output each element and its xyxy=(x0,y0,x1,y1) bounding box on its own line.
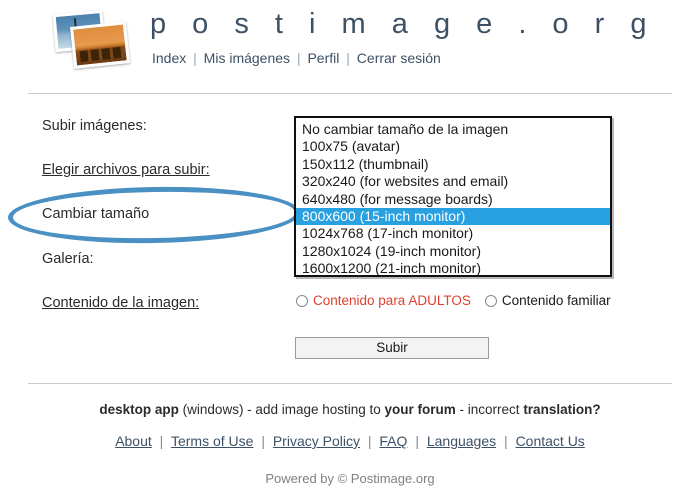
logo-photo-orange xyxy=(69,21,131,69)
footer-link-separator: | xyxy=(504,433,508,449)
divider-top xyxy=(28,93,672,94)
site-title: p o s t i m a g e . o r g xyxy=(150,8,656,40)
footer-link-desktop-app[interactable]: desktop app xyxy=(99,402,179,417)
footer-link-translation[interactable]: translation? xyxy=(523,402,600,417)
label-upload-images: Subir imágenes: xyxy=(42,118,147,134)
listbox-option[interactable]: 100x75 (avatar) xyxy=(296,138,610,155)
content-rating-radio-group: Contenido para ADULTOS Contenido familia… xyxy=(296,293,611,308)
footer-text-incorrect: - incorrect xyxy=(455,402,524,417)
label-image-content: Contenido de la imagen: xyxy=(42,295,200,311)
listbox-option[interactable]: 1024x768 (17-inch monitor) xyxy=(296,225,610,242)
footer-text-windows: (windows) - add image hosting to xyxy=(178,402,385,417)
label-gallery: Galería: xyxy=(42,251,94,267)
footer-link-terms-of-use[interactable]: Terms of Use xyxy=(171,433,253,449)
radio-adult-content-label[interactable]: Contenido para ADULTOS xyxy=(308,293,471,308)
footer-link-separator: | xyxy=(159,433,164,449)
submit-upload-button[interactable]: Subir xyxy=(295,337,489,359)
listbox-option[interactable]: 1280x1024 (19-inch monitor) xyxy=(296,243,610,260)
nav-separator: | xyxy=(296,50,301,66)
divider-bottom xyxy=(28,383,672,384)
footer-link-separator: | xyxy=(415,433,419,449)
footer-link-languages[interactable]: Languages xyxy=(427,433,496,449)
stacked-photos-icon xyxy=(50,9,131,69)
nav-separator: | xyxy=(346,50,350,66)
footer-tagline: desktop app (windows) - add image hostin… xyxy=(0,402,700,417)
radio-family-content[interactable] xyxy=(484,294,497,307)
label-choose-files: Elegir archivos para subir: xyxy=(42,162,210,178)
nav-separator: | xyxy=(193,50,197,66)
radio-adult-content[interactable] xyxy=(296,294,308,307)
listbox-option[interactable]: 1600x1200 (21-inch monitor) xyxy=(296,260,610,275)
resize-listbox[interactable]: No cambiar tamaño de la imagen 100x75 (a… xyxy=(294,116,612,277)
nav-link-perfil[interactable]: Perfil xyxy=(307,50,339,66)
listbox-option[interactable]: No cambiar tamaño de la imagen xyxy=(296,121,610,138)
footer-link-your-forum[interactable]: your forum xyxy=(385,402,456,417)
nav-link-mis-imagenes[interactable]: Mis imágenes xyxy=(204,50,290,66)
footer-links: About | Terms of Use | Privacy Policy | … xyxy=(0,433,700,449)
footer-link-separator: | xyxy=(367,433,372,449)
footer-link-privacy-policy[interactable]: Privacy Policy xyxy=(273,433,360,449)
listbox-option-selected[interactable]: 800x600 (15-inch monitor) xyxy=(296,207,610,226)
listbox-option[interactable]: 320x240 (for websites and email) xyxy=(296,173,610,190)
footer-link-separator: | xyxy=(261,433,265,449)
nav-link-index[interactable]: Index xyxy=(152,50,186,66)
radio-family-content-label[interactable]: Contenido familiar xyxy=(497,293,611,308)
powered-by-text: Powered by © Postimage.org xyxy=(265,471,435,486)
listbox-option[interactable]: 640x480 (for message boards) xyxy=(296,191,610,208)
label-resize: Cambiar tamaño xyxy=(42,206,150,222)
footer-link-contact-us[interactable]: Contact Us xyxy=(516,433,585,449)
footer-link-faq[interactable]: FAQ xyxy=(379,433,407,449)
nav-link-cerrar-sesion[interactable]: Cerrar sesión xyxy=(357,50,441,66)
main-nav: Index | Mis imágenes | Perfil | Cerrar s… xyxy=(152,50,441,66)
footer-link-about[interactable]: About xyxy=(115,433,152,449)
page-header: p o s t i m a g e . o r g Index | Mis im… xyxy=(0,0,700,93)
listbox-option[interactable]: 150x112 (thumbnail) xyxy=(296,156,610,173)
